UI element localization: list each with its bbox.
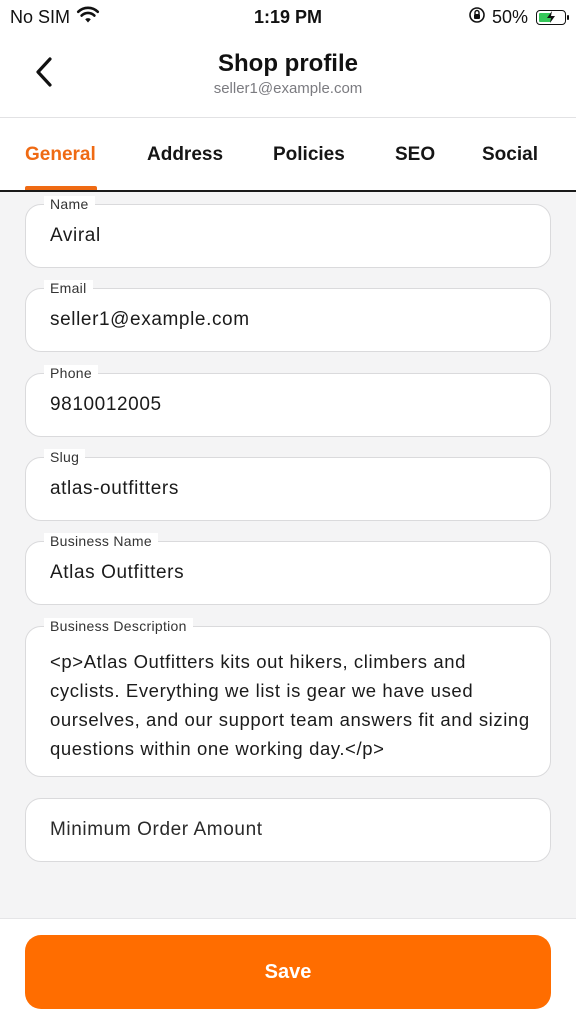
- app-header: Shop profile seller1@example.com: [0, 34, 576, 118]
- save-button[interactable]: Save: [25, 935, 551, 1009]
- status-bar-right: 50%: [468, 6, 569, 29]
- tab-bar: General Address Policies SEO Social: [0, 118, 576, 192]
- slug-value: atlas-outfitters: [50, 478, 179, 499]
- business-name-field[interactable]: Business Name Atlas Outfitters: [25, 533, 551, 605]
- form-content: Name Aviral Email seller1@example.com Ph…: [0, 192, 576, 918]
- tab-social[interactable]: Social: [482, 144, 538, 166]
- status-bar-left: No SIM: [10, 6, 100, 29]
- email-field[interactable]: Email seller1@example.com: [25, 280, 551, 352]
- tab-address[interactable]: Address: [147, 144, 223, 166]
- active-tab-indicator: [25, 186, 97, 190]
- business-description-value: <p>Atlas Outfitters kits out hikers, cli…: [50, 651, 530, 759]
- tab-general[interactable]: General: [25, 144, 96, 166]
- business-description-label: Business Description: [44, 618, 193, 634]
- page-title: Shop profile: [218, 50, 358, 77]
- business-description-field[interactable]: Business Description <p>Atlas Outfitters…: [25, 618, 551, 777]
- name-value: Aviral: [50, 225, 101, 246]
- tab-seo[interactable]: SEO: [395, 144, 435, 166]
- status-bar: No SIM 1:19 PM 50%: [0, 0, 576, 34]
- phone-value: 9810012005: [50, 394, 162, 415]
- phone-field[interactable]: Phone 9810012005: [25, 365, 551, 437]
- page-subtitle: seller1@example.com: [213, 80, 363, 97]
- minimum-order-amount-field[interactable]: Minimum Order Amount: [25, 798, 551, 862]
- orientation-lock-icon: [468, 6, 486, 29]
- email-value: seller1@example.com: [50, 309, 250, 330]
- battery-icon: [536, 9, 569, 25]
- business-name-value: Atlas Outfitters: [50, 562, 185, 583]
- minimum-order-amount-placeholder: Minimum Order Amount: [50, 819, 263, 840]
- footer: Save: [0, 918, 576, 1024]
- tab-policies[interactable]: Policies: [273, 144, 345, 166]
- battery-percent: 50%: [491, 6, 528, 27]
- slug-field[interactable]: Slug atlas-outfitters: [25, 449, 551, 521]
- wifi-icon: [76, 6, 100, 29]
- carrier-label: No SIM: [10, 6, 71, 27]
- name-field[interactable]: Name Aviral: [25, 196, 551, 268]
